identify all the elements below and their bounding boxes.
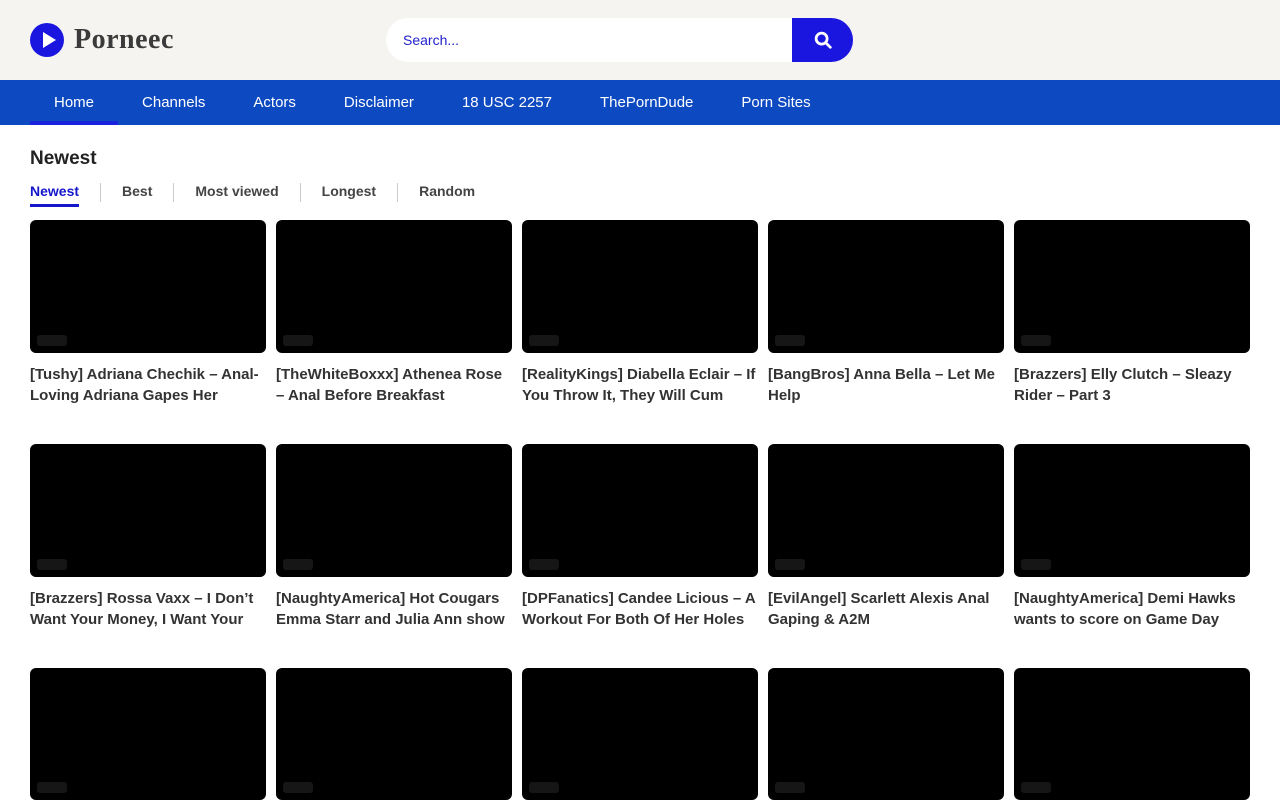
duration-badge [283, 559, 313, 570]
video-card[interactable]: [DPFanatics] Candee Licious – A Workout … [522, 444, 758, 630]
duration-badge [283, 335, 313, 346]
video-card[interactable]: [NaughtyAmerica] Hot Cougars Emma Starr … [276, 444, 512, 630]
play-icon [30, 23, 64, 57]
video-thumbnail[interactable] [1014, 444, 1250, 577]
video-card[interactable]: [Brazzers] Elly Clutch – Sleazy Rider – … [1014, 220, 1250, 406]
video-title[interactable]: [NaughtyAmerica] Hot Cougars Emma Starr … [276, 588, 512, 630]
video-card[interactable] [276, 668, 512, 800]
video-thumbnail[interactable] [768, 444, 1004, 577]
search-input[interactable] [386, 18, 792, 62]
search-button[interactable] [792, 18, 853, 62]
video-card[interactable] [1014, 668, 1250, 800]
video-thumbnail[interactable] [276, 220, 512, 353]
video-grid: [Tushy] Adriana Chechik – Anal-Loving Ad… [30, 220, 1250, 800]
video-title[interactable]: [EvilAngel] Scarlett Alexis Anal Gaping … [768, 588, 1004, 630]
nav-item-theporndude[interactable]: ThePornDude [576, 80, 717, 125]
video-thumbnail[interactable] [522, 444, 758, 577]
tab-best[interactable]: Best [122, 183, 152, 207]
video-thumbnail[interactable] [522, 668, 758, 800]
duration-badge [1021, 782, 1051, 793]
video-thumbnail[interactable] [1014, 220, 1250, 353]
video-title[interactable]: [TheWhiteBoxxx] Athenea Rose – Anal Befo… [276, 364, 512, 406]
site-logo[interactable]: Porneec [30, 23, 174, 57]
duration-badge [775, 782, 805, 793]
video-title[interactable]: [Brazzers] Elly Clutch – Sleazy Rider – … [1014, 364, 1250, 406]
duration-badge [283, 782, 313, 793]
video-title[interactable]: [NaughtyAmerica] Demi Hawks wants to sco… [1014, 588, 1250, 630]
tab-divider [100, 183, 101, 202]
video-card[interactable]: [Brazzers] Rossa Vaxx – I Don’t Want You… [30, 444, 266, 630]
video-card[interactable] [768, 668, 1004, 800]
tab-divider [397, 183, 398, 202]
tab-newest[interactable]: Newest [30, 183, 79, 207]
video-card[interactable]: [TheWhiteBoxxx] Athenea Rose – Anal Befo… [276, 220, 512, 406]
duration-badge [775, 559, 805, 570]
nav-item-porn-sites[interactable]: Porn Sites [717, 80, 834, 125]
duration-badge [529, 782, 559, 793]
duration-badge [1021, 559, 1051, 570]
search-bar [386, 18, 853, 62]
video-thumbnail[interactable] [30, 668, 266, 800]
video-card[interactable] [30, 668, 266, 800]
site-name: Porneec [74, 24, 174, 56]
video-title[interactable]: [RealityKings] Diabella Eclair – If You … [522, 364, 758, 406]
nav-item-18-usc-2257[interactable]: 18 USC 2257 [438, 80, 576, 125]
nav-menu: HomeChannelsActorsDisclaimer18 USC 2257T… [0, 80, 1280, 125]
duration-badge [1021, 335, 1051, 346]
nav-item-channels[interactable]: Channels [118, 80, 229, 125]
duration-badge [775, 335, 805, 346]
nav-item-disclaimer[interactable]: Disclaimer [320, 80, 438, 125]
video-title[interactable]: [Brazzers] Rossa Vaxx – I Don’t Want You… [30, 588, 266, 630]
video-thumbnail[interactable] [30, 444, 266, 577]
video-card[interactable]: [EvilAngel] Scarlett Alexis Anal Gaping … [768, 444, 1004, 630]
video-title[interactable]: [DPFanatics] Candee Licious – A Workout … [522, 588, 758, 630]
duration-badge [529, 335, 559, 346]
page-title: Newest [30, 148, 1250, 170]
video-title[interactable]: [BangBros] Anna Bella – Let Me Help [768, 364, 1004, 406]
video-card[interactable]: [BangBros] Anna Bella – Let Me Help [768, 220, 1004, 406]
video-thumbnail[interactable] [276, 668, 512, 800]
tab-divider [300, 183, 301, 202]
video-card[interactable]: [NaughtyAmerica] Demi Hawks wants to sco… [1014, 444, 1250, 630]
nav-item-home[interactable]: Home [30, 80, 118, 125]
video-card[interactable]: [RealityKings] Diabella Eclair – If You … [522, 220, 758, 406]
tab-longest[interactable]: Longest [322, 183, 376, 207]
main-content: Newest Newest Best Most viewed Longest Rando… [0, 148, 1280, 800]
magnifier-icon [812, 29, 834, 51]
tab-random[interactable]: Random [419, 183, 475, 207]
duration-badge [37, 335, 67, 346]
video-thumbnail[interactable] [30, 220, 266, 353]
duration-badge [37, 559, 67, 570]
duration-badge [529, 559, 559, 570]
video-thumbnail[interactable] [276, 444, 512, 577]
video-thumbnail[interactable] [1014, 668, 1250, 800]
video-thumbnail[interactable] [768, 220, 1004, 353]
tab-divider [173, 183, 174, 202]
video-thumbnail[interactable] [768, 668, 1004, 800]
video-card[interactable] [522, 668, 758, 800]
video-title[interactable]: [Tushy] Adriana Chechik – Anal-Loving Ad… [30, 364, 266, 406]
site-header: Porneec [0, 0, 1280, 80]
tab-most-viewed[interactable]: Most viewed [195, 183, 278, 207]
duration-badge [37, 782, 67, 793]
video-thumbnail[interactable] [522, 220, 758, 353]
nav-item-actors[interactable]: Actors [229, 80, 320, 125]
video-card[interactable]: [Tushy] Adriana Chechik – Anal-Loving Ad… [30, 220, 266, 406]
sort-tabs: Newest Best Most viewed Longest Random [30, 183, 1250, 207]
